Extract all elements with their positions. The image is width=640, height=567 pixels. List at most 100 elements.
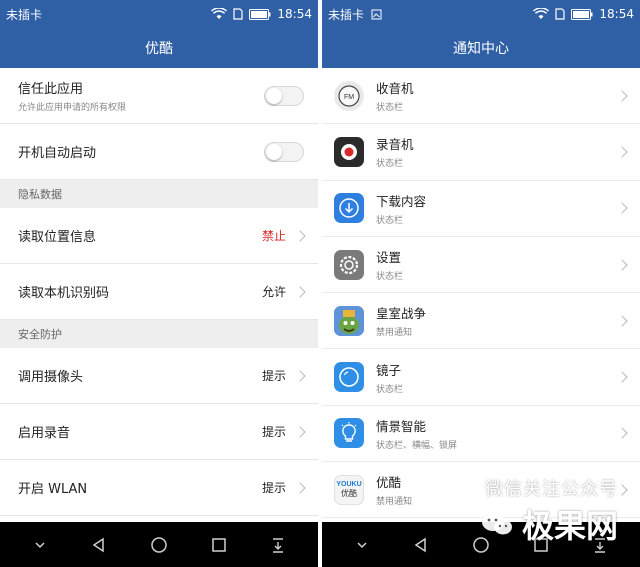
notify-mode: 状态栏 <box>376 159 404 170</box>
device-id-permission-row[interactable]: 读取本机识别码 允许 <box>0 264 318 320</box>
recents-square-icon <box>211 537 226 552</box>
chevron-right-icon <box>616 371 628 383</box>
app-name: 设置 <box>376 250 402 266</box>
mirror-icon <box>334 362 364 393</box>
sim-icon <box>555 8 566 20</box>
notify-mode: 状态栏 <box>376 272 404 283</box>
chevron-right-icon <box>616 484 628 496</box>
autostart-label: 开机自动启动 <box>18 146 97 161</box>
chevron-right-icon <box>294 481 306 494</box>
app-row-downloads[interactable]: 下载内容 状态栏 <box>322 180 640 237</box>
home-button[interactable] <box>144 530 174 560</box>
home-circle-icon <box>151 536 167 553</box>
watermark: 微信关注公众号 极果网 <box>480 475 618 547</box>
status-bar: 未插卡 18:54 <box>322 0 640 28</box>
clash-royale-icon <box>334 305 364 336</box>
wechat-icon <box>481 513 512 535</box>
trust-app-toggle[interactable] <box>264 85 304 106</box>
clock: 18:54 <box>599 7 634 21</box>
lightbulb-icon <box>334 418 364 449</box>
carrier-label: 未插卡 <box>6 7 43 22</box>
app-row-recorder[interactable]: 录音机 状态栏 <box>322 124 640 181</box>
camera-permission-row[interactable]: 调用摄像头 提示 <box>0 348 318 404</box>
app-name: 皇室战争 <box>376 306 427 322</box>
watermark-line1: 微信关注公众号 <box>485 479 618 500</box>
chevron-right-icon <box>294 229 306 242</box>
chevron-right-icon <box>616 146 628 158</box>
chevron-right-icon <box>294 369 306 382</box>
screenshot-notify-icon <box>371 9 382 19</box>
app-row-smart-scene[interactable]: 情景智能状态栏、横幅、锁屏 <box>322 405 640 463</box>
notify-mode: 禁用通知 <box>376 328 413 339</box>
section-security: 安全防护 <box>0 320 318 348</box>
back-triangle-icon <box>415 537 427 552</box>
watermark-line2: 极果网 <box>521 507 618 545</box>
battery-icon <box>571 8 593 20</box>
notify-mode: 状态栏 <box>376 103 404 114</box>
record-permission-row[interactable]: 启用录音 提示 <box>0 404 318 460</box>
wlan-label: 开启 WLAN <box>18 482 88 497</box>
app-name: 下载内容 <box>376 193 427 209</box>
chevron-right-icon <box>616 89 628 102</box>
app-row-settings[interactable]: 设置 状态栏 <box>322 236 640 294</box>
trust-app-row[interactable]: 信任此应用 允许此应用申请的所有权限 <box>0 68 318 124</box>
left-screen: 未插卡 18:54 优酷 信任此应用 允许此应用申请的所有权限 开机自动启动 隐… <box>0 0 318 567</box>
record-label: 启用录音 <box>18 426 71 441</box>
back-triangle-icon <box>93 537 105 552</box>
download-icon <box>334 193 364 224</box>
wifi-icon <box>211 8 228 19</box>
page-title: 通知中心 <box>322 28 640 68</box>
svg-text:FM: FM <box>344 94 354 101</box>
autostart-toggle[interactable] <box>264 141 304 162</box>
chevron-right-icon <box>616 315 628 327</box>
hide-nav-button[interactable] <box>25 530 55 560</box>
location-value: 禁止 <box>261 229 286 243</box>
page-title: 优酷 <box>0 28 318 68</box>
device-id-value: 允许 <box>261 285 286 299</box>
notify-mode: 状态栏 <box>376 215 404 226</box>
chevron-right-icon <box>294 285 306 298</box>
chevron-right-icon <box>616 427 628 440</box>
pull-down-icon <box>273 537 284 553</box>
app-row-radio[interactable]: FM 收音机状态栏 <box>322 68 640 125</box>
wlan-value: 提示 <box>261 481 286 495</box>
chevron-right-icon <box>616 258 628 271</box>
section-privacy: 隐私数据 <box>0 180 318 208</box>
status-bar: 未插卡 18:54 <box>0 0 318 28</box>
notification-pull-button[interactable] <box>263 530 293 560</box>
chevron-down-icon <box>35 541 45 548</box>
carrier-label: 未插卡 <box>328 7 365 22</box>
record-value: 提示 <box>261 425 286 439</box>
notify-mode: 状态栏 <box>376 384 404 395</box>
recents-button[interactable] <box>204 530 234 560</box>
recorder-icon <box>334 136 364 167</box>
app-row-mirror[interactable]: 镜子 状态栏 <box>322 349 640 406</box>
navigation-bar <box>0 522 318 567</box>
chevron-right-icon <box>294 425 306 438</box>
device-id-label: 读取本机识别码 <box>18 286 110 301</box>
autostart-row[interactable]: 开机自动启动 <box>0 124 318 180</box>
back-button[interactable] <box>84 530 114 560</box>
clock: 18:54 <box>277 7 312 21</box>
back-button[interactable] <box>406 530 436 560</box>
wlan-permission-row[interactable]: 开启 WLAN 提示 <box>0 460 318 516</box>
notify-mode: 状态栏、横幅、锁屏 <box>376 440 458 451</box>
chevron-right-icon <box>616 202 628 214</box>
settings-gear-icon <box>334 249 364 280</box>
location-label: 读取位置信息 <box>18 230 97 245</box>
camera-label: 调用摄像头 <box>18 370 84 385</box>
app-name: 情景智能 <box>376 418 427 434</box>
youku-icon: YOUKU 优酷 <box>334 474 364 505</box>
trust-app-description: 允许此应用申请的所有权限 <box>18 103 127 113</box>
wifi-icon <box>533 8 550 19</box>
camera-value: 提示 <box>261 369 286 383</box>
battery-icon <box>249 8 271 20</box>
chevron-down-icon <box>357 541 367 548</box>
location-permission-row[interactable]: 读取位置信息 禁止 <box>0 208 318 264</box>
fm-radio-icon: FM <box>334 80 364 111</box>
app-name: 收音机 <box>376 81 414 97</box>
hide-nav-button[interactable] <box>347 530 377 560</box>
app-row-clash-royale[interactable]: 皇室战争 禁用通知 <box>322 293 640 350</box>
app-name: 镜子 <box>376 362 402 378</box>
sim-icon <box>233 8 244 20</box>
